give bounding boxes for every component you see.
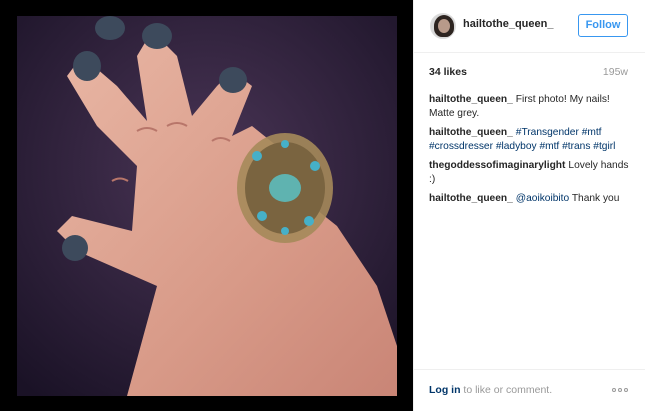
- hashtag-link[interactable]: #crossdresser: [429, 141, 493, 152]
- comment-item: hailtothe_queen_ @aoikoibito Thank you: [429, 192, 629, 206]
- login-prompt: Log in to like or comment.: [429, 384, 552, 396]
- hand-with-ring-photo: [17, 16, 397, 396]
- mention-link[interactable]: @aoikoibito: [516, 193, 569, 204]
- avatar[interactable]: [430, 13, 456, 39]
- avatar-face: [438, 19, 450, 33]
- comment-item: thegoddessofimaginarylight Lovely hands :…: [429, 159, 629, 187]
- hashtag-link[interactable]: #mtf: [582, 127, 602, 138]
- post-age[interactable]: 195w: [603, 66, 628, 78]
- comment-author[interactable]: hailtothe_queen_: [429, 193, 513, 204]
- comment-item: hailtothe_queen_ First photo! My nails! M…: [429, 93, 629, 121]
- comment-author[interactable]: hailtothe_queen_: [429, 94, 513, 105]
- photo-pane: [0, 0, 413, 411]
- follow-button[interactable]: Follow: [578, 14, 628, 37]
- post-sidebar: hailtothe_queen_ Follow 34 likes 195w ha…: [413, 0, 645, 411]
- comment-author[interactable]: hailtothe_queen_: [429, 127, 513, 138]
- hashtag-link[interactable]: #tgirl: [593, 141, 615, 152]
- dot: [624, 388, 628, 392]
- likes-count[interactable]: 34 likes: [429, 66, 467, 78]
- more-options-icon[interactable]: [612, 386, 628, 394]
- hashtag-link[interactable]: #mtf: [539, 141, 559, 152]
- comment-author[interactable]: thegoddessofimaginarylight: [429, 160, 565, 171]
- post-footer: Log in to like or comment.: [414, 369, 645, 411]
- post-meta: 34 likes 195w: [429, 66, 628, 80]
- dot: [618, 388, 622, 392]
- post-photo[interactable]: [17, 16, 397, 396]
- comment-text: Thank you: [569, 193, 620, 204]
- hashtag-link[interactable]: #trans: [562, 141, 590, 152]
- dot: [612, 388, 616, 392]
- comment-item: hailtothe_queen_ #Transgender #mtf #cross…: [429, 126, 629, 154]
- hashtag-link[interactable]: #ladyboy: [496, 141, 537, 152]
- login-prompt-text: to like or comment.: [460, 384, 553, 396]
- login-link[interactable]: Log in: [429, 384, 461, 396]
- comments-list: hailtothe_queen_ First photo! My nails! M…: [429, 93, 629, 211]
- username-link[interactable]: hailtothe_queen_: [463, 18, 553, 30]
- post-header: hailtothe_queen_ Follow: [414, 0, 645, 53]
- hashtag-link[interactable]: #Transgender: [516, 127, 579, 138]
